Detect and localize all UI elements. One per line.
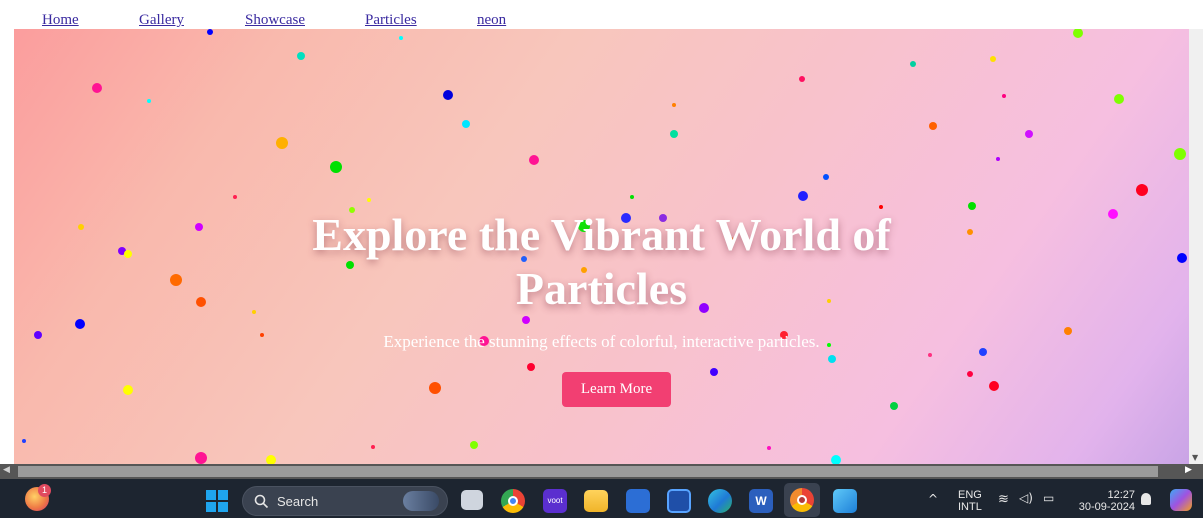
particle-dot bbox=[798, 191, 808, 201]
search-icon bbox=[254, 494, 269, 509]
particle-dot bbox=[462, 120, 470, 128]
particle-dot bbox=[828, 355, 836, 363]
learn-more-button[interactable]: Learn More bbox=[562, 372, 671, 407]
particle-dot bbox=[443, 90, 453, 100]
particle-dot bbox=[799, 76, 805, 82]
word-icon[interactable]: W bbox=[749, 489, 773, 513]
horizontal-scrollbar[interactable]: ◀ ▶ bbox=[0, 464, 1203, 479]
horizontal-scroll-thumb[interactable] bbox=[18, 466, 1158, 477]
copilot-pre-icon[interactable] bbox=[1170, 489, 1192, 511]
particle-dot bbox=[207, 29, 213, 35]
hero-title-line1: Explore the Vibrant World of bbox=[312, 209, 891, 260]
particle-dot bbox=[123, 385, 133, 395]
particle-dot bbox=[527, 363, 535, 371]
particle-dot bbox=[710, 368, 718, 376]
scroll-down-arrow-icon[interactable]: ▼ bbox=[1192, 453, 1198, 462]
show-hidden-icons-chevron-icon[interactable]: ^ bbox=[928, 492, 938, 506]
language-label: ENG bbox=[958, 489, 982, 501]
photos-icon[interactable] bbox=[833, 489, 857, 513]
particle-dot bbox=[967, 371, 973, 377]
battery-icon[interactable]: ▭ bbox=[1043, 491, 1054, 505]
nav-link-particles[interactable]: Particles bbox=[365, 11, 417, 29]
chrome-icon[interactable] bbox=[501, 489, 525, 513]
particle-dot bbox=[1174, 148, 1186, 160]
wifi-icon[interactable]: ≋ bbox=[998, 492, 1009, 507]
particle-dot bbox=[529, 155, 539, 165]
clock-date: 30-09-2024 bbox=[1078, 501, 1135, 513]
particle-dot bbox=[147, 99, 151, 103]
particle-dot bbox=[1114, 94, 1124, 104]
particle-dot bbox=[990, 56, 996, 62]
particle-dot bbox=[195, 452, 207, 464]
particle-dot bbox=[996, 157, 1000, 161]
file-explorer-icon[interactable] bbox=[584, 490, 608, 512]
particle-dot bbox=[989, 381, 999, 391]
clock[interactable]: 12:27 30-09-2024 bbox=[1075, 489, 1135, 513]
hero-title-line2: Particles bbox=[515, 263, 688, 314]
particle-dot bbox=[371, 445, 375, 449]
particle-dot bbox=[367, 198, 371, 202]
particle-dot bbox=[266, 455, 276, 464]
particle-dot bbox=[92, 83, 102, 93]
hero-title: Explore the Vibrant World of Particles bbox=[14, 208, 1189, 316]
particle-dot bbox=[399, 36, 403, 40]
nav-link-showcase[interactable]: Showcase bbox=[245, 11, 305, 29]
voot-icon[interactable]: voot bbox=[543, 489, 567, 513]
clock-time: 12:27 bbox=[1107, 489, 1135, 501]
hero-subtitle: Experience the stunning effects of color… bbox=[383, 332, 820, 351]
nav-link-neon[interactable]: neon bbox=[477, 11, 506, 29]
particle-dot bbox=[522, 316, 530, 324]
vertical-scrollbar[interactable]: ▼ bbox=[1189, 29, 1203, 464]
volume-icon[interactable]: ◁) bbox=[1019, 491, 1033, 505]
search-label: Search bbox=[277, 494, 319, 509]
particle-dot bbox=[1136, 184, 1148, 196]
app-icon[interactable] bbox=[667, 489, 691, 513]
particle-dot bbox=[630, 195, 634, 199]
particle-dot bbox=[276, 137, 288, 149]
particle-dot bbox=[1073, 29, 1083, 38]
particle-dot bbox=[890, 402, 898, 410]
particle-dot bbox=[910, 61, 916, 67]
taskbar-search-box[interactable]: Search bbox=[242, 486, 448, 516]
task-view-icon[interactable] bbox=[461, 490, 483, 510]
scroll-left-arrow-icon[interactable]: ◀ bbox=[3, 465, 10, 475]
particle-dot bbox=[470, 441, 478, 449]
particle-dot bbox=[831, 455, 841, 464]
notification-badge: 1 bbox=[38, 484, 51, 497]
particle-dot bbox=[767, 446, 771, 450]
nav-link-gallery[interactable]: Gallery bbox=[139, 11, 184, 29]
particle-dot bbox=[330, 161, 342, 173]
top-nav: Home Gallery Showcase Particles neon bbox=[0, 0, 1203, 29]
particle-dot bbox=[75, 319, 85, 329]
particle-dot bbox=[670, 130, 678, 138]
particle-dot bbox=[1002, 94, 1006, 98]
hero-section: Explore the Vibrant World of Particles E… bbox=[14, 29, 1189, 464]
nav-link-home[interactable]: Home bbox=[42, 11, 79, 29]
chrome-active-button[interactable] bbox=[784, 483, 820, 517]
particle-dot bbox=[233, 195, 237, 199]
particle-dot bbox=[672, 103, 676, 107]
particle-dot bbox=[823, 174, 829, 180]
edge-icon[interactable] bbox=[708, 489, 732, 513]
language-indicator[interactable]: ENG INTL bbox=[958, 489, 982, 513]
particle-dot bbox=[297, 52, 305, 60]
particle-dot bbox=[429, 382, 441, 394]
keyboard-label: INTL bbox=[958, 501, 982, 513]
particle-dot bbox=[928, 353, 932, 357]
windows-start-icon[interactable] bbox=[206, 490, 228, 512]
particle-dot bbox=[1025, 130, 1033, 138]
search-highlight-icon bbox=[403, 491, 439, 511]
particle-dot bbox=[22, 439, 26, 443]
store-icon[interactable] bbox=[626, 489, 650, 513]
scroll-right-arrow-icon[interactable]: ▶ bbox=[1185, 465, 1192, 475]
chrome-active-icon bbox=[790, 488, 814, 512]
notification-bell-icon[interactable] bbox=[1141, 493, 1151, 505]
particle-dot bbox=[929, 122, 937, 130]
